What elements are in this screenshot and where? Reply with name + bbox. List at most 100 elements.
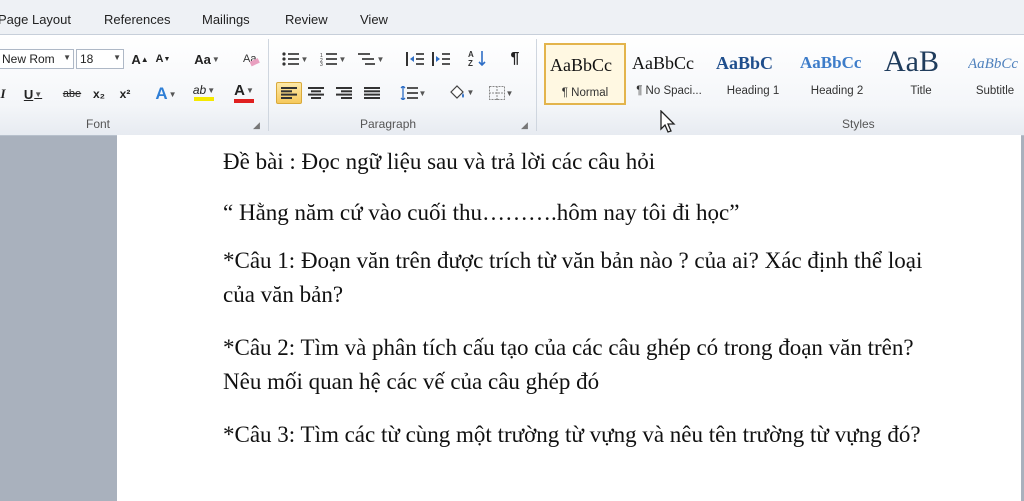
align-right-button[interactable]	[332, 82, 356, 104]
highlight-button[interactable]: ab ▼	[186, 81, 222, 103]
shading-button[interactable]: ▼	[444, 81, 478, 103]
paragraph-group-label: Paragraph	[360, 117, 417, 131]
align-right-icon	[336, 87, 352, 99]
bullets-icon	[281, 52, 299, 66]
paragraph-quote: “ Hằng năm cứ vào cuối thu……….hôm nay tô…	[223, 200, 740, 225]
ribbon: New Rom ▼ 18 ▼ A ▲ A ▼ Aa ▼ Aa I U ▼ abe x₂ …	[0, 34, 1024, 136]
style-name-normal: ¶ Normal	[561, 87, 609, 99]
underline-button[interactable]: U ▼	[18, 83, 48, 105]
grow-font-label: A	[131, 51, 141, 67]
tab-references[interactable]: References	[104, 12, 170, 27]
style-title[interactable]: AaB Title	[880, 43, 962, 105]
grow-font-button[interactable]: A ▲	[130, 48, 150, 70]
style-normal[interactable]: AaBbCc ¶ Normal	[544, 43, 626, 105]
style-sample-normal: AaBbCc	[550, 55, 612, 75]
font-color-bar	[234, 98, 254, 103]
style-sample-subtitle: AaBbCc	[968, 56, 1018, 72]
decrease-indent-button[interactable]	[404, 48, 426, 70]
shrink-font-button[interactable]: A ▼	[153, 48, 173, 70]
decrease-indent-icon	[406, 52, 424, 66]
superscript-button[interactable]: x²	[114, 83, 136, 105]
font-group-label: Font	[86, 117, 111, 131]
bullets-button[interactable]: ▼	[278, 48, 312, 70]
highlight-color-bar	[194, 97, 214, 101]
align-left-icon	[281, 87, 297, 99]
sort-button[interactable]: A Z	[466, 47, 490, 69]
center-icon	[308, 87, 324, 99]
svg-text:3: 3	[320, 62, 323, 66]
clear-formatting-icon: Aa	[243, 53, 260, 67]
style-sample-heading-2: AaBbCc	[800, 53, 862, 72]
font-color-button[interactable]: A ▼	[226, 81, 262, 103]
styles-group-label: Styles	[842, 117, 875, 131]
style-subtitle[interactable]: AaBbCc Subtitle	[964, 43, 1024, 105]
justify-button[interactable]	[360, 82, 384, 104]
shrink-font-label: A	[155, 53, 164, 65]
tab-mailings[interactable]: Mailings	[202, 12, 250, 27]
tab-page-layout[interactable]: Page Layout	[0, 12, 71, 27]
strikethrough-label: abe	[62, 88, 82, 100]
ribbon-tab-strip: Page Layout References Mailings Review V…	[0, 0, 1024, 34]
superscript-label: x²	[119, 87, 131, 101]
change-case-button[interactable]: Aa ▼	[190, 48, 224, 70]
svg-text:Z: Z	[468, 59, 473, 67]
chevron-down-icon: ▼	[63, 53, 71, 62]
style-heading-2[interactable]: AaBbCc Heading 2	[796, 43, 878, 105]
group-divider	[268, 39, 269, 131]
italic-button[interactable]: I	[0, 83, 10, 105]
font-dialog-launcher-icon[interactable]: ◢	[253, 120, 260, 131]
increase-indent-button[interactable]	[430, 48, 452, 70]
style-sample-no-spacing: AaBbCc	[632, 53, 694, 73]
tab-view[interactable]: View	[360, 12, 388, 27]
strikethrough-button[interactable]: abe	[58, 83, 86, 105]
justify-icon	[364, 87, 380, 99]
clear-formatting-button[interactable]: Aa	[240, 48, 262, 70]
multilevel-list-button[interactable]: ▼	[354, 48, 388, 70]
document-page[interactable]: Đề bài : Đọc ngữ liệu sau và trả lời các…	[117, 135, 1021, 501]
svg-text:A: A	[468, 50, 474, 59]
style-name-no-spacing: ¶ No Spaci...	[636, 85, 702, 97]
multilevel-list-icon	[357, 53, 375, 65]
group-divider	[536, 39, 537, 131]
sort-icon: A Z	[468, 50, 486, 67]
line-spacing-button[interactable]: ▼	[396, 82, 430, 104]
borders-icon	[488, 86, 505, 100]
subscript-button[interactable]: x₂	[88, 83, 110, 105]
style-name-title: Title	[910, 85, 932, 97]
paragraph-question-1: *Câu 1: Đoạn văn trên được trích từ văn …	[223, 248, 923, 307]
style-no-spacing[interactable]: AaBbCc ¶ No Spaci...	[628, 43, 710, 105]
increase-indent-icon	[432, 52, 450, 66]
highlight-label: ab	[192, 83, 207, 97]
font-size-value: 18	[80, 52, 94, 66]
show-formatting-button[interactable]: ¶	[504, 48, 526, 70]
text-effects-button[interactable]: A ▼	[150, 83, 182, 105]
numbering-icon: 1 2 3	[320, 53, 337, 66]
italic-label: I	[0, 86, 6, 101]
align-left-button[interactable]	[276, 82, 302, 104]
style-heading-1[interactable]: AaBbC Heading 1	[712, 43, 794, 105]
shading-icon	[449, 85, 464, 99]
style-sample-title: AaB	[884, 45, 939, 78]
borders-button[interactable]: ▼	[484, 82, 518, 104]
mouse-pointer-icon	[660, 110, 676, 133]
subscript-label: x₂	[92, 87, 105, 101]
change-case-label: Aa	[194, 51, 211, 67]
font-size-combo[interactable]: 18 ▼	[76, 49, 124, 69]
text-effects-label: A	[155, 84, 168, 103]
pilcrow-label: ¶	[510, 50, 520, 67]
paragraph-question-3: *Câu 3: Tìm các từ cùng một trường từ vự…	[223, 422, 921, 447]
tab-review[interactable]: Review	[285, 12, 328, 27]
style-name-subtitle: Subtitle	[975, 85, 1015, 97]
font-name-combo[interactable]: New Rom ▼	[0, 49, 74, 69]
underline-label: U	[23, 86, 34, 102]
paragraph-assignment: Đề bài : Đọc ngữ liệu sau và trả lời các…	[223, 149, 656, 174]
paragraph-question-2: *Câu 2: Tìm và phân tích cấu tạo của các…	[223, 335, 914, 394]
paragraph-dialog-launcher-icon[interactable]: ◢	[521, 120, 528, 131]
style-name-heading-1: Heading 1	[726, 85, 780, 97]
font-color-label: A	[234, 81, 245, 99]
chevron-down-icon: ▼	[113, 53, 121, 62]
style-sample-heading-1: AaBbC	[716, 53, 774, 73]
center-button[interactable]	[304, 82, 328, 104]
numbering-button[interactable]: 1 2 3 ▼	[316, 48, 350, 70]
line-spacing-icon	[400, 86, 418, 100]
